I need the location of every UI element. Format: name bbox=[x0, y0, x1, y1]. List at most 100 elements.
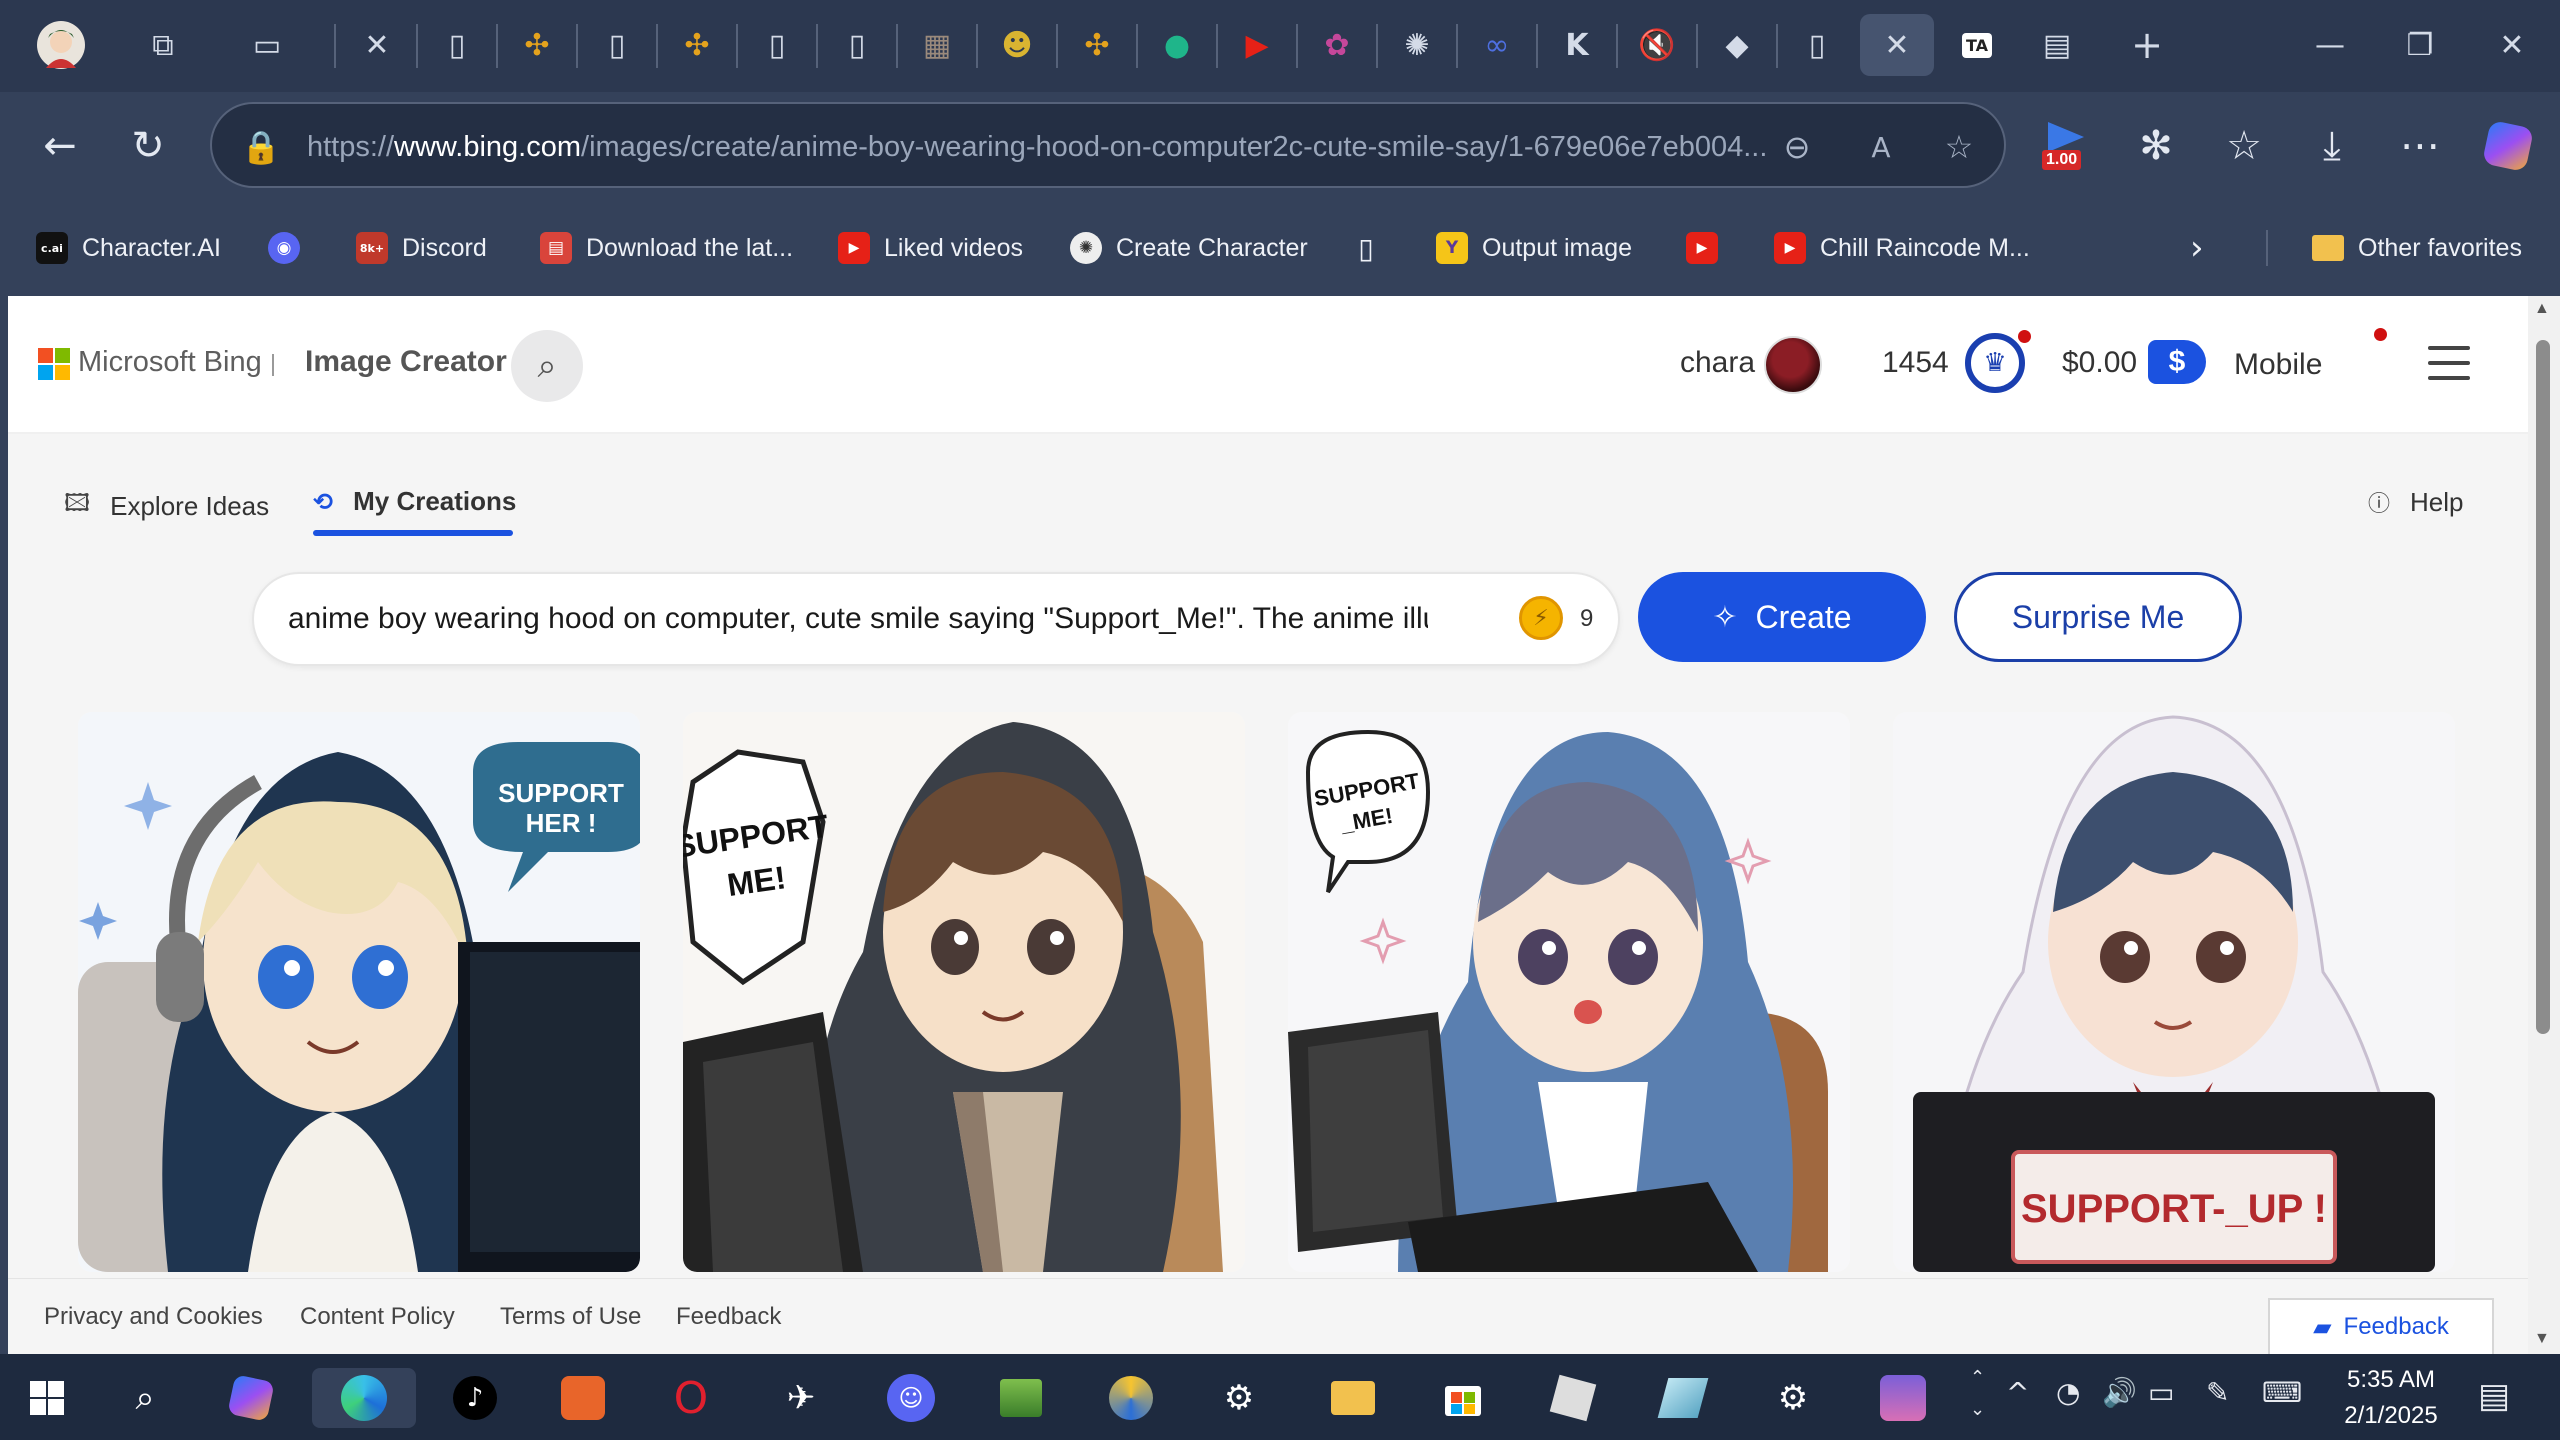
workspaces-icon[interactable]: ⧉ bbox=[132, 14, 194, 76]
system-clock[interactable]: 5:35 AM 2/1/2025 bbox=[2316, 1362, 2466, 1434]
scrollbar-thumb[interactable] bbox=[2536, 340, 2550, 1034]
new-tab-plus-icon[interactable]: + bbox=[2116, 14, 2178, 76]
rewards-trophy-icon[interactable]: ♛ bbox=[1965, 333, 2025, 393]
minimize-icon[interactable]: — bbox=[2290, 14, 2370, 76]
scroll-down-icon[interactable]: ▼ bbox=[2534, 1330, 2550, 1348]
tab-pinwheel-icon[interactable]: ✣ bbox=[666, 14, 728, 76]
file-explorer-icon[interactable] bbox=[1322, 1368, 1384, 1428]
search-icon[interactable]: ⌕ bbox=[511, 330, 583, 402]
tab-wave-icon[interactable]: ∞ bbox=[1466, 14, 1528, 76]
window-close-icon[interactable]: ✕ bbox=[2472, 14, 2552, 76]
help-link[interactable]: ⓘ Help bbox=[2368, 486, 2464, 518]
copilot-icon[interactable] bbox=[2476, 114, 2540, 178]
favorite-discord[interactable]: 8k+ Discord bbox=[356, 226, 487, 270]
tab-flower-icon[interactable]: ✿ bbox=[1306, 14, 1368, 76]
tab-calendar-icon[interactable]: ▤ bbox=[2026, 14, 2088, 76]
search-icon[interactable]: ⌕ bbox=[114, 1368, 176, 1428]
tab-k-icon[interactable]: K bbox=[1546, 14, 1608, 76]
prompt-text[interactable]: anime boy wearing hood on computer, cute… bbox=[288, 574, 1428, 664]
generated-image-1[interactable]: SUPPORT HER ! bbox=[78, 712, 640, 1272]
pen-icon[interactable]: ✎ bbox=[2206, 1376, 2229, 1409]
favorite-chill-raincode[interactable]: ▶ Chill Raincode M... bbox=[1774, 226, 2030, 270]
product-title[interactable]: Image Creator bbox=[305, 345, 507, 379]
active-tab-close-icon[interactable]: ✕ bbox=[1860, 14, 1934, 76]
balance-amount[interactable]: $0.00 bbox=[2062, 346, 2137, 380]
favorite-star-icon[interactable]: ☆ bbox=[1930, 118, 1988, 176]
app-crystal-icon[interactable] bbox=[1652, 1368, 1714, 1428]
microsoft-store-icon[interactable] bbox=[1432, 1368, 1494, 1428]
tab-circle-icon[interactable]: ● bbox=[1146, 14, 1208, 76]
roblox-icon[interactable] bbox=[1542, 1368, 1604, 1428]
favorite-character-ai[interactable]: c.ai Character.AI bbox=[36, 226, 221, 270]
other-favorites-folder[interactable]: Other favorites bbox=[2312, 226, 2522, 270]
rewards-points[interactable]: 1454 bbox=[1882, 346, 1949, 380]
tab-actions-icon[interactable]: ▭ bbox=[236, 14, 298, 76]
tab-muted-speaker-icon[interactable]: 🔇 bbox=[1626, 14, 1688, 76]
keyboard-icon[interactable]: ⌨ bbox=[2262, 1376, 2302, 1409]
app-orange-icon[interactable] bbox=[552, 1368, 614, 1428]
favorite-create-character[interactable]: ✺ Create Character bbox=[1070, 226, 1308, 270]
favorite-blank-page[interactable]: ▯ bbox=[1350, 226, 1396, 270]
username[interactable]: chara bbox=[1680, 346, 1755, 380]
scroll-up-icon[interactable]: ▲ bbox=[2534, 300, 2550, 318]
tab-x-icon[interactable]: ✕ bbox=[346, 14, 408, 76]
favorites-list-icon[interactable]: ☆ bbox=[2212, 114, 2276, 178]
copilot-app-icon[interactable] bbox=[220, 1368, 282, 1428]
favorite-youtube[interactable]: ▶ bbox=[1686, 226, 1732, 270]
favorite-liked-videos[interactable]: ▶ Liked videos bbox=[838, 226, 1023, 270]
favorite-download[interactable]: ▤ Download the lat... bbox=[540, 226, 793, 270]
tiktok-icon[interactable]: ♪ bbox=[444, 1368, 506, 1428]
tab-openai-icon[interactable]: ✺ bbox=[1386, 14, 1448, 76]
read-aloud-icon[interactable]: A bbox=[1852, 118, 1910, 176]
tab-emoji-icon[interactable]: ☻ bbox=[986, 14, 1048, 76]
tab-cube-icon[interactable]: ◆ bbox=[1706, 14, 1768, 76]
discord-app-icon[interactable]: ☺ bbox=[880, 1368, 942, 1428]
opera-icon[interactable]: O bbox=[660, 1368, 722, 1428]
generated-image-3[interactable]: SUPPORT _ME! bbox=[1288, 712, 1850, 1272]
profile-avatar-icon[interactable] bbox=[30, 14, 92, 76]
back-arrow-icon[interactable]: ← bbox=[28, 114, 92, 178]
settings-gear-icon[interactable]: ⚙ bbox=[1762, 1368, 1824, 1428]
volume-icon[interactable]: 🔊 bbox=[2102, 1376, 2137, 1409]
tab-ta-icon[interactable]: TA bbox=[1946, 14, 2008, 76]
tab-youtube-icon[interactable]: ▶ bbox=[1226, 14, 1288, 76]
feedback-link[interactable]: Feedback bbox=[676, 1279, 781, 1354]
address-bar[interactable]: 🔒 https://www.bing.com/images/create/ani… bbox=[210, 102, 2006, 188]
extensions-icon[interactable]: ✻ bbox=[2124, 114, 2188, 178]
content-policy-link[interactable]: Content Policy bbox=[300, 1279, 455, 1354]
tab-my-creations[interactable]: ⟲ My Creations bbox=[313, 486, 516, 517]
create-button[interactable]: ✧ Create bbox=[1638, 572, 1926, 662]
generated-image-2[interactable]: SUPPORT ME! bbox=[683, 712, 1245, 1272]
battery-icon[interactable]: ▭ bbox=[2148, 1376, 2174, 1409]
tab-page-icon[interactable]: ▯ bbox=[746, 14, 808, 76]
tab-thumbnail-icon[interactable]: ▦ bbox=[906, 14, 968, 76]
notifications-icon[interactable]: ▤ bbox=[2478, 1376, 2510, 1416]
surprise-me-button[interactable]: Surprise Me bbox=[1954, 572, 2242, 662]
privacy-link[interactable]: Privacy and Cookies bbox=[44, 1279, 263, 1354]
page-scrollbar[interactable]: ▲ ▼ bbox=[2528, 296, 2560, 1354]
app-photo-icon[interactable] bbox=[990, 1368, 1052, 1428]
lock-icon[interactable]: 🔒 bbox=[232, 118, 290, 176]
zoom-icon[interactable]: ⊖ bbox=[1768, 118, 1826, 176]
network-icon[interactable]: ◔ bbox=[2056, 1376, 2080, 1409]
app-ball-icon[interactable] bbox=[1100, 1368, 1162, 1428]
extension-badge[interactable]: 1.00 bbox=[2034, 114, 2098, 178]
show-hidden-icons-chevron-icon[interactable]: ^ bbox=[2006, 1376, 2029, 1409]
hamburger-menu-icon[interactable] bbox=[2428, 346, 2470, 380]
more-menu-icon[interactable]: ⋯ bbox=[2388, 114, 2452, 178]
restore-icon[interactable]: ❐ bbox=[2380, 14, 2460, 76]
favorite-discord-server[interactable]: ◉ bbox=[268, 226, 314, 270]
tab-page-icon[interactable]: ▯ bbox=[426, 14, 488, 76]
url-text[interactable]: https://www.bing.com/images/create/anime… bbox=[307, 104, 1767, 190]
user-avatar[interactable] bbox=[1764, 336, 1822, 394]
app-character-icon[interactable] bbox=[1872, 1368, 1934, 1428]
tab-explore-ideas[interactable]: 🖾 Explore Ideas bbox=[64, 486, 269, 527]
steam-icon[interactable]: ⚙ bbox=[1208, 1368, 1270, 1428]
refresh-icon[interactable]: ↻ bbox=[116, 114, 180, 178]
microsoft-logo-icon[interactable] bbox=[38, 348, 70, 380]
tab-pinwheel-icon[interactable]: ✣ bbox=[506, 14, 568, 76]
feedback-button[interactable]: ▰ Feedback bbox=[2268, 1298, 2494, 1354]
tab-page-icon[interactable]: ▯ bbox=[1786, 14, 1848, 76]
favorite-output-image[interactable]: Y Output image bbox=[1436, 226, 1632, 270]
start-windows-icon[interactable] bbox=[16, 1368, 78, 1428]
